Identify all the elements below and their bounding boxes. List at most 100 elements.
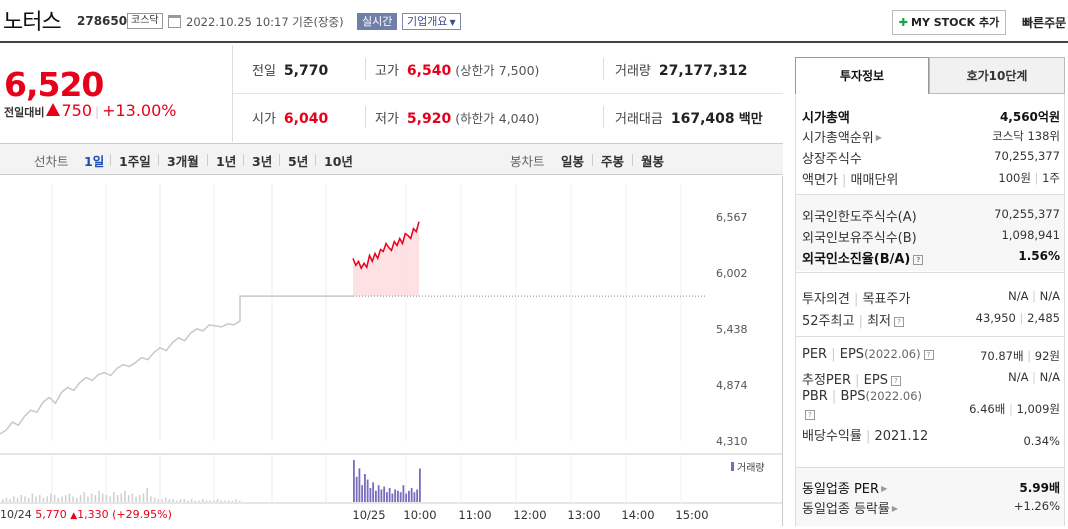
tab-1year[interactable]: 1년: [216, 151, 236, 170]
cap-rank-row[interactable]: 시가총액순위 ▶ 코스닥 138위: [802, 127, 1060, 147]
quick-order-button[interactable]: 빠른주문: [1022, 14, 1066, 31]
volume-bar: [53, 495, 56, 502]
volume-bar: [31, 493, 34, 502]
volume-bar: [187, 500, 189, 502]
volume-bar: [146, 488, 148, 502]
volume-bar: [127, 495, 130, 502]
tab-order-book[interactable]: 호가10단계: [929, 57, 1065, 94]
price-box: 6,520 전일대비 750 | +13.00%: [0, 45, 233, 142]
divider: |: [95, 105, 100, 119]
volume-bar: [369, 488, 372, 502]
help-icon[interactable]: ?: [805, 410, 815, 420]
volume-bar: [410, 488, 413, 502]
trade-amount: 거래대금 167,408 백만: [615, 111, 763, 127]
divider: [592, 154, 593, 166]
day1-price-line: [0, 295, 353, 435]
x-tick-label: 15:00: [675, 508, 708, 522]
listed-shares-row: 상장주식수 70,255,377: [802, 149, 1060, 167]
volume-bar: [231, 500, 234, 502]
volume-bar: [2, 499, 4, 502]
volume-bar: [35, 496, 37, 502]
tab-invest-info[interactable]: 투자정보: [795, 57, 929, 94]
plus-icon: ✚: [898, 16, 909, 29]
x-tick-label: 10/25: [352, 508, 385, 522]
company-info-button[interactable]: 기업개요 ▼: [402, 13, 461, 30]
help-icon[interactable]: ?: [894, 317, 905, 327]
par-value-row: 액면가 | 매매단위 100원 | 1주: [802, 171, 1060, 188]
dividend-row: 배당수익률 | 2021.12 0.34%: [802, 429, 1060, 448]
high-price: 고가 6,540 (상한가 7,500): [375, 63, 540, 79]
sector-per-row: 동일업종 PER ▶ 5.99배: [802, 481, 1060, 497]
chart-tabs: 선차트 1일 1주일 3개월 1년 3년 5년 10년 봉차트 일봉 주봉 월봉: [0, 143, 783, 175]
volume-bar: [101, 493, 104, 502]
candle-chart-label: 봉차트: [510, 154, 545, 169]
volume-bar: [120, 493, 122, 502]
volume-bar: [116, 495, 119, 502]
divider: [315, 154, 316, 166]
divider: [207, 154, 208, 166]
volume-bar: [198, 500, 200, 502]
divider: [796, 467, 1064, 468]
company-info-label: 기업개요: [407, 15, 448, 28]
divider: [365, 106, 366, 128]
day2-price-area: [353, 221, 419, 297]
week52-row: 52주최고 | 최저? 43,950 | 2,485: [802, 311, 1060, 329]
volume-legend-label: 거래량: [737, 463, 765, 474]
volume-bar: [79, 495, 82, 502]
volume-bar: [361, 485, 364, 502]
volume-bar: [83, 492, 85, 502]
volume-bar: [383, 486, 386, 502]
tab-weekly[interactable]: 주봉: [601, 151, 624, 170]
volume-bar: [213, 500, 215, 502]
volume-bar: [239, 500, 241, 502]
volume-bar: [397, 490, 399, 502]
tab-daily[interactable]: 일봉: [561, 151, 584, 170]
volume-bar: [27, 497, 30, 502]
volume-bar: [176, 500, 178, 502]
chevron-down-icon: ▼: [449, 18, 456, 27]
volume-bar: [168, 499, 171, 502]
line-chart-label: 선차트: [34, 154, 69, 169]
chevron-right-icon[interactable]: ▶: [892, 504, 898, 513]
price-chart: 6,567 6,002 5,438 4,874 4,310 10/25 10:00 11:00…: [0, 176, 783, 526]
est-per-row: 추정PER | EPS? N/A | N/A: [802, 370, 1060, 388]
tab-1day[interactable]: 1일: [84, 151, 104, 170]
tab-10year[interactable]: 10년: [324, 151, 353, 170]
tab-1week[interactable]: 1주일: [119, 151, 151, 170]
volume: 거래량 27,177,312: [615, 63, 748, 79]
tab-3year[interactable]: 3년: [252, 151, 272, 170]
sector-change-row: 동일업종 등락률 ▶ +1.26%: [802, 499, 1060, 517]
x-tick-label: 12:00: [513, 508, 546, 522]
stock-header: 노터스 278650 코스닥 2022.10.25 10:17 기준(장중) 실…: [0, 0, 1068, 43]
volume-bar: [124, 490, 126, 502]
tab-5year[interactable]: 5년: [288, 151, 308, 170]
foreign-hold-row: 외국인보유주식수(B) 1,098,941: [802, 228, 1060, 246]
stock-name: 노터스: [3, 10, 62, 35]
per-eps-row: PER | EPS(2022.06)? 70.87배 | 92원: [802, 347, 1060, 363]
volume-bar: [402, 485, 405, 502]
volume-bar: [224, 500, 226, 502]
help-icon[interactable]: ?: [890, 376, 901, 386]
x-tick-label: 11:00: [458, 508, 491, 522]
tab-3month[interactable]: 3개월: [167, 151, 199, 170]
help-icon[interactable]: ?: [923, 350, 934, 360]
calendar-icon: [168, 15, 181, 28]
volume-bar: [131, 493, 134, 502]
volume-bar: [50, 493, 52, 502]
volume-bar: [408, 490, 410, 502]
volume-bar: [375, 490, 377, 502]
volume-bar: [46, 496, 48, 502]
open-price: 시가 6,040: [252, 111, 329, 127]
add-mystock-button[interactable]: ✚ MY STOCK 추가: [892, 10, 1006, 35]
market-cap-row: 시가총액 4,560억원: [802, 110, 1060, 126]
volume-bar: [413, 492, 416, 502]
realtime-button[interactable]: 실시간: [357, 13, 398, 30]
tab-monthly[interactable]: 월봉: [641, 151, 664, 170]
prev-day-change-pct: (+29.95%): [112, 508, 172, 521]
volume-bar: [380, 489, 383, 502]
price-change: 전일대비 750 | +13.00%: [4, 101, 177, 120]
prev-day-info: 10/24 5,770 ▲1,330 (+29.95%): [0, 508, 172, 521]
chevron-right-icon[interactable]: ▶: [881, 484, 887, 493]
volume-bar: [377, 485, 380, 502]
help-icon[interactable]: ?: [913, 255, 924, 265]
